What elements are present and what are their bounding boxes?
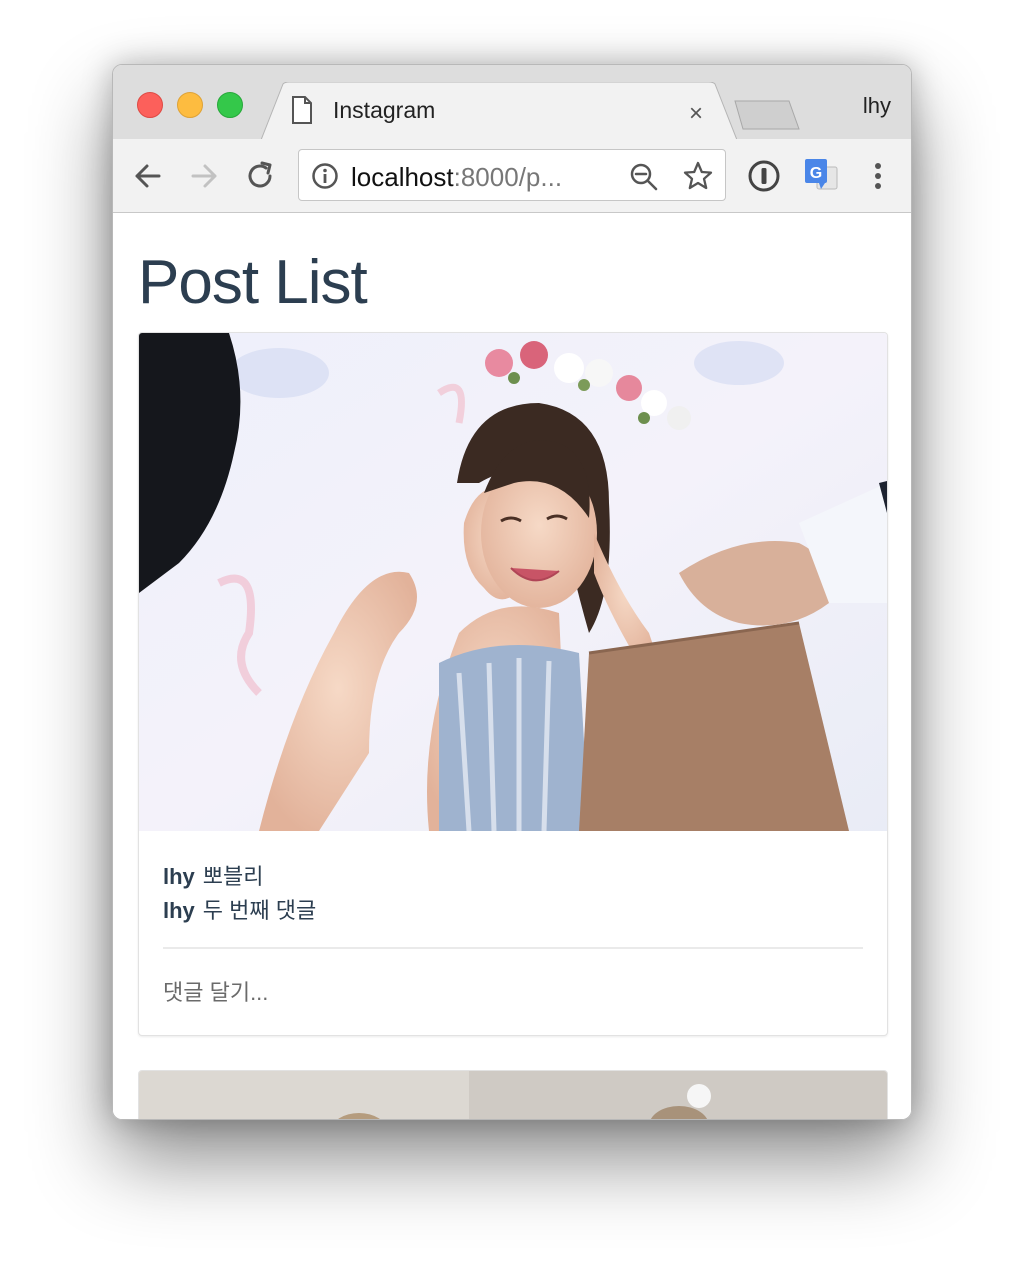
password-manager-icon[interactable]	[747, 159, 781, 193]
zoom-out-icon[interactable]	[629, 162, 659, 192]
new-tab-button[interactable]	[733, 99, 803, 131]
menu-icon[interactable]	[861, 159, 895, 193]
post-photo	[139, 333, 887, 831]
toolbar: localhost:8000/p... G	[113, 139, 911, 213]
url-path: :8000/p...	[453, 162, 563, 192]
zoom-window-button[interactable]	[217, 92, 243, 118]
page-title: Post List	[138, 248, 368, 317]
minimize-window-button[interactable]	[177, 92, 203, 118]
bookmark-star-icon[interactable]	[683, 161, 713, 191]
post-card-2	[138, 1070, 888, 1119]
comment-author[interactable]: lhy	[163, 864, 195, 889]
info-icon[interactable]	[311, 162, 339, 190]
back-icon[interactable]	[131, 159, 165, 193]
close-window-button[interactable]	[137, 92, 163, 118]
page-icon	[292, 96, 312, 124]
comment-item: lhy 두 번째 댓글	[163, 893, 316, 925]
tab-instagram[interactable]: Instagram ×	[261, 82, 737, 140]
forward-icon[interactable]	[187, 159, 221, 193]
tab-strip: Instagram × lhy	[113, 65, 911, 140]
page-content: Post List lhy 뽀블리 lhy 두 번째 댓글 댓글 달기...	[113, 213, 911, 1119]
profile-name[interactable]: lhy	[863, 93, 891, 119]
tab-title: Instagram	[333, 97, 436, 123]
divider	[163, 947, 863, 949]
comment-item: lhy 뽀블리	[163, 859, 264, 891]
comment-text: 두 번째 댓글	[202, 898, 317, 923]
comment-author[interactable]: lhy	[163, 898, 195, 923]
address-bar[interactable]: localhost:8000/p...	[298, 149, 726, 201]
url-text: localhost:8000/p...	[351, 162, 562, 193]
comment-text: 뽀블리	[202, 864, 264, 889]
browser-window: Instagram × lhy localhost:8000/p... G Po…	[112, 64, 912, 1120]
svg-text:G: G	[810, 165, 822, 182]
translate-icon[interactable]: G	[803, 157, 839, 193]
reload-icon[interactable]	[243, 159, 277, 193]
post-photo-2	[139, 1071, 887, 1119]
url-host: localhost	[351, 162, 454, 192]
tab-close-icon[interactable]: ×	[689, 100, 703, 128]
comment-input[interactable]	[163, 973, 863, 1013]
post-card: lhy 뽀블리 lhy 두 번째 댓글	[138, 332, 888, 1036]
